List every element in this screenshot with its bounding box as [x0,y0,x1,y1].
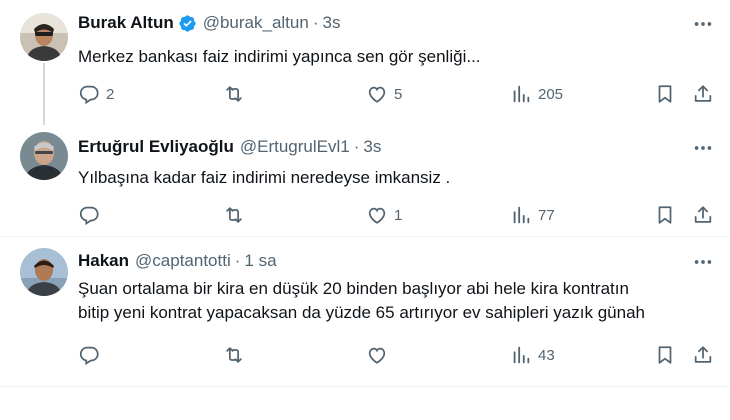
author-name[interactable]: Burak Altun [78,13,174,33]
share-icon [694,346,712,363]
like-count: 1 [394,206,403,224]
retweet-button[interactable] [223,344,251,366]
tweet-1[interactable]: Burak Altun @burak_altun · 3s Merkez ban… [0,0,730,125]
divider [0,386,730,387]
tweet-text-line-2: bitip yeni kontrat yapacaksan da yüzde 6… [78,303,645,322]
retweet-icon [226,347,242,363]
timestamp[interactable]: 1 sa [244,251,276,271]
tweet-header: Burak Altun @burak_altun · 3s [78,13,340,33]
author-handle[interactable]: @burak_altun [203,13,309,33]
retweet-button[interactable] [223,83,251,105]
reply-button[interactable] [78,204,106,226]
reply-icon [79,206,99,226]
bookmark-button[interactable] [654,344,676,366]
tweet-header: Ertuğrul Evliyaoğlu @ErtugrulEvl1 · 3s [78,137,381,157]
share-button[interactable] [692,204,714,226]
views-count: 43 [538,346,555,364]
bookmark-icon [658,85,672,103]
share-icon [694,85,712,102]
views-button[interactable]: 77 [510,204,555,226]
tweet-text: Yılbaşına kadar faiz indirimi neredeyse … [78,168,451,187]
like-icon [368,207,386,224]
more-icon[interactable] [692,13,714,35]
like-icon [368,86,386,103]
like-count: 5 [394,85,403,103]
timestamp[interactable]: 3s [363,137,381,157]
tweet-3[interactable]: Hakan @captantotti · 1 sa Şuan ortalama … [0,237,730,387]
tweet-actions: 1 77 [78,204,718,228]
views-count: 205 [538,85,564,103]
share-button[interactable] [692,344,714,366]
bookmark-icon [658,346,672,364]
tweet-2[interactable]: Ertuğrul Evliyaoğlu @ErtugrulEvl1 · 3s Y… [0,120,730,236]
views-icon [513,346,530,364]
bookmark-button[interactable] [654,83,676,105]
separator-dot: · [353,137,360,156]
tweet-text-line-1: Şuan ortalama bir kira en düşük 20 binde… [78,279,629,298]
like-button[interactable]: 1 [366,204,402,226]
share-button[interactable] [692,83,714,105]
more-icon[interactable] [692,251,714,273]
like-button[interactable]: 5 [366,83,402,105]
retweet-icon [226,86,242,102]
author-handle[interactable]: @captantotti [135,251,231,271]
retweet-button[interactable] [223,204,251,226]
bookmark-button[interactable] [654,204,676,226]
author-handle[interactable]: @ErtugrulEvl1 [240,137,350,157]
retweet-icon [226,207,242,223]
avatar[interactable] [20,132,68,180]
verified-badge-icon [178,14,197,33]
avatar[interactable] [20,248,68,296]
reply-button[interactable]: 2 [78,83,114,105]
views-count: 77 [538,206,555,224]
views-button[interactable]: 205 [510,83,563,105]
reply-icon [79,85,99,105]
tweet-actions: 2 5 205 [78,83,718,107]
reply-button[interactable] [78,344,106,366]
timestamp[interactable]: 3s [323,13,341,33]
tweet-actions: 43 [78,344,718,368]
views-icon [513,206,530,224]
like-button[interactable] [366,344,394,366]
views-icon [513,85,530,103]
share-icon [694,206,712,223]
more-icon[interactable] [692,137,714,159]
reply-count: 2 [106,85,115,103]
reply-icon [79,346,99,366]
like-icon [368,347,386,364]
tweet-text: Merkez bankası faiz indirimi yapınca sen… [78,47,481,66]
thread-line [43,63,45,125]
author-name[interactable]: Hakan [78,251,129,271]
views-button[interactable]: 43 [510,344,555,366]
separator-dot: · [234,251,241,270]
bookmark-icon [658,206,672,224]
avatar[interactable] [20,13,68,61]
author-name[interactable]: Ertuğrul Evliyaoğlu [78,137,234,157]
tweet-header: Hakan @captantotti · 1 sa [78,251,277,271]
separator-dot: · [312,13,319,32]
